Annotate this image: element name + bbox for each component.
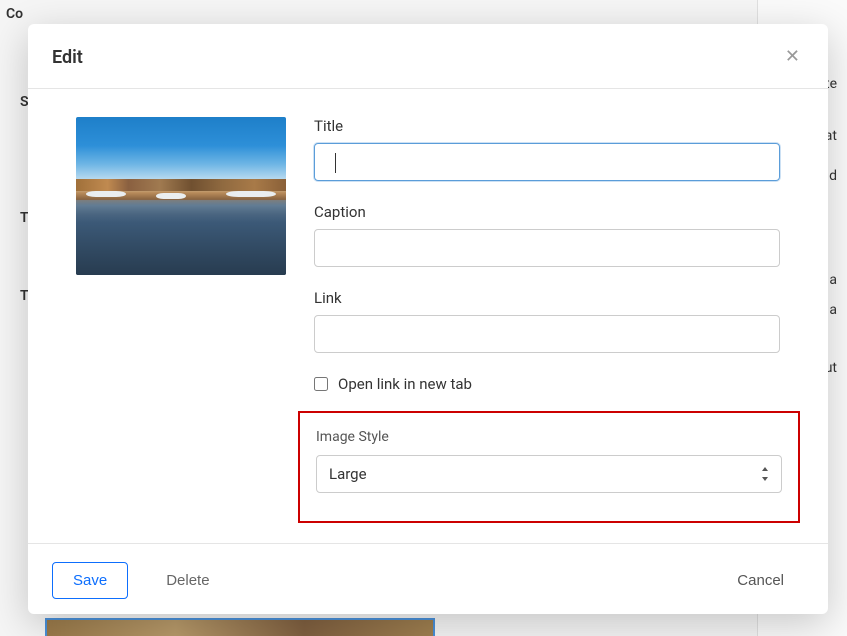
modal-footer: Save Delete Cancel [28,543,828,617]
image-style-value: Large [329,465,367,483]
open-new-tab-checkbox[interactable] [314,377,328,391]
close-icon[interactable]: ✕ [781,44,804,70]
open-new-tab-row: Open link in new tab [314,375,780,393]
thumbnail-preview [76,117,286,275]
modal-header: Edit ✕ [28,24,828,89]
image-style-highlight: Image Style Large [298,411,800,523]
modal-body: Title Caption Link Open link in new tab … [28,89,828,543]
link-input[interactable] [314,315,780,353]
image-style-label: Image Style [316,429,782,445]
bg-text-fragment: d [829,168,837,184]
cancel-button[interactable]: Cancel [717,563,804,598]
chevron-up-down-icon [760,467,770,481]
open-new-tab-label: Open link in new tab [338,375,472,393]
caption-input[interactable] [314,229,780,267]
edit-modal: Edit ✕ Title Caption Link [28,24,828,614]
edit-form: Title Caption Link Open link in new tab … [314,117,780,523]
image-style-select-wrap: Large [316,455,782,493]
title-input[interactable] [314,143,780,181]
bg-image-strip [45,618,435,636]
image-style-select[interactable]: Large [316,455,782,493]
link-field: Link [314,289,780,353]
text-cursor [335,153,336,173]
bg-text-fragment: Co [6,6,23,22]
link-label: Link [314,289,780,307]
save-button[interactable]: Save [52,562,128,599]
caption-label: Caption [314,203,780,221]
title-field: Title [314,117,780,181]
caption-field: Caption [314,203,780,267]
modal-title: Edit [52,47,83,68]
title-label: Title [314,117,780,135]
image-thumbnail [76,117,286,523]
delete-button[interactable]: Delete [146,563,229,598]
